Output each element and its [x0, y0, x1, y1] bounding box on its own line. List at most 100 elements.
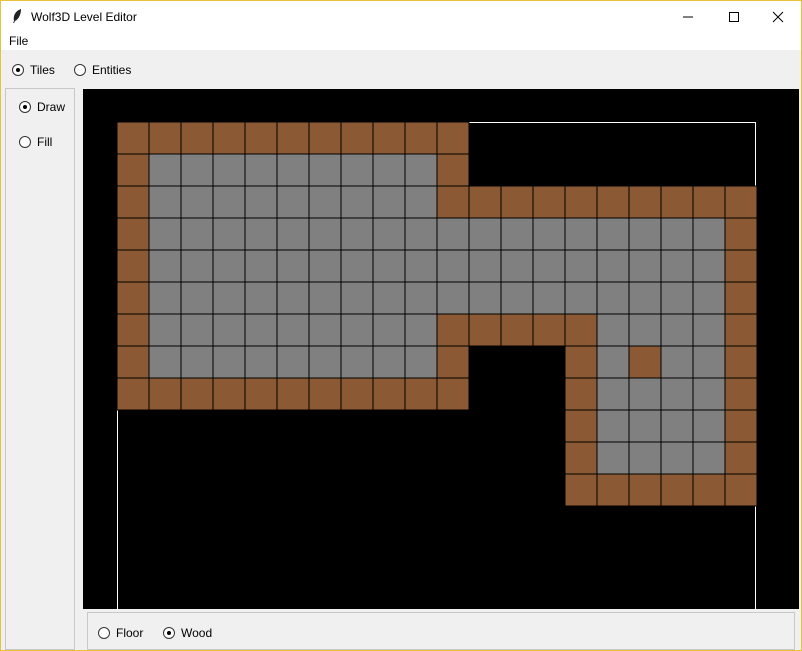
- floor-tile[interactable]: [660, 249, 694, 283]
- floor-tile[interactable]: [404, 217, 438, 251]
- wood-tile[interactable]: [276, 377, 310, 411]
- wood-tile[interactable]: [596, 185, 630, 219]
- wood-tile[interactable]: [436, 345, 470, 379]
- floor-tile[interactable]: [436, 281, 470, 315]
- floor-tile[interactable]: [244, 249, 278, 283]
- floor-tile[interactable]: [372, 249, 406, 283]
- wood-tile[interactable]: [692, 473, 726, 507]
- floor-tile[interactable]: [276, 313, 310, 347]
- floor-tile[interactable]: [148, 313, 182, 347]
- wood-tile[interactable]: [116, 345, 150, 379]
- wood-tile[interactable]: [628, 185, 662, 219]
- wood-tile[interactable]: [724, 185, 758, 219]
- wood-tile[interactable]: [244, 377, 278, 411]
- floor-tile[interactable]: [372, 153, 406, 187]
- wood-tile[interactable]: [724, 441, 758, 475]
- floor-tile[interactable]: [308, 217, 342, 251]
- wood-tile[interactable]: [468, 313, 502, 347]
- wood-tile[interactable]: [116, 281, 150, 315]
- floor-tile[interactable]: [212, 249, 246, 283]
- floor-tile[interactable]: [308, 249, 342, 283]
- wood-tile[interactable]: [116, 249, 150, 283]
- floor-tile[interactable]: [692, 281, 726, 315]
- wood-tile[interactable]: [532, 185, 566, 219]
- floor-tile[interactable]: [628, 377, 662, 411]
- floor-tile[interactable]: [244, 185, 278, 219]
- wood-tile[interactable]: [436, 153, 470, 187]
- wood-tile[interactable]: [500, 185, 534, 219]
- floor-tile[interactable]: [244, 345, 278, 379]
- wood-tile[interactable]: [628, 473, 662, 507]
- wood-tile[interactable]: [212, 377, 246, 411]
- floor-tile[interactable]: [628, 217, 662, 251]
- tool-draw-radio[interactable]: Draw: [19, 100, 65, 114]
- wood-tile[interactable]: [308, 121, 342, 155]
- floor-tile[interactable]: [692, 249, 726, 283]
- material-floor-radio[interactable]: Floor: [98, 626, 143, 640]
- floor-tile[interactable]: [308, 185, 342, 219]
- floor-tile[interactable]: [660, 345, 694, 379]
- floor-tile[interactable]: [628, 313, 662, 347]
- floor-tile[interactable]: [372, 217, 406, 251]
- wood-tile[interactable]: [724, 281, 758, 315]
- floor-tile[interactable]: [660, 441, 694, 475]
- floor-tile[interactable]: [148, 281, 182, 315]
- floor-tile[interactable]: [276, 281, 310, 315]
- floor-tile[interactable]: [212, 185, 246, 219]
- wood-tile[interactable]: [628, 345, 662, 379]
- wood-tile[interactable]: [660, 473, 694, 507]
- floor-tile[interactable]: [148, 345, 182, 379]
- floor-tile[interactable]: [340, 217, 374, 251]
- floor-tile[interactable]: [468, 281, 502, 315]
- radio-indicator[interactable]: [98, 627, 110, 639]
- wood-tile[interactable]: [308, 377, 342, 411]
- floor-tile[interactable]: [500, 281, 534, 315]
- wood-tile[interactable]: [724, 409, 758, 443]
- wood-tile[interactable]: [468, 185, 502, 219]
- floor-tile[interactable]: [180, 281, 214, 315]
- map-grid[interactable]: [83, 89, 799, 609]
- wood-tile[interactable]: [372, 121, 406, 155]
- wood-tile[interactable]: [276, 121, 310, 155]
- floor-tile[interactable]: [660, 377, 694, 411]
- wood-tile[interactable]: [436, 377, 470, 411]
- floor-tile[interactable]: [212, 217, 246, 251]
- floor-tile[interactable]: [660, 313, 694, 347]
- wood-tile[interactable]: [692, 185, 726, 219]
- floor-tile[interactable]: [404, 313, 438, 347]
- wood-tile[interactable]: [564, 345, 598, 379]
- wood-tile[interactable]: [564, 313, 598, 347]
- floor-tile[interactable]: [468, 249, 502, 283]
- wood-tile[interactable]: [340, 377, 374, 411]
- floor-tile[interactable]: [660, 217, 694, 251]
- floor-tile[interactable]: [596, 441, 630, 475]
- floor-tile[interactable]: [596, 377, 630, 411]
- wood-tile[interactable]: [532, 313, 566, 347]
- floor-tile[interactable]: [596, 313, 630, 347]
- floor-tile[interactable]: [404, 281, 438, 315]
- floor-tile[interactable]: [180, 249, 214, 283]
- floor-tile[interactable]: [596, 345, 630, 379]
- floor-tile[interactable]: [276, 249, 310, 283]
- floor-tile[interactable]: [308, 281, 342, 315]
- floor-tile[interactable]: [244, 313, 278, 347]
- floor-tile[interactable]: [340, 313, 374, 347]
- floor-tile[interactable]: [180, 217, 214, 251]
- floor-tile[interactable]: [692, 313, 726, 347]
- wood-tile[interactable]: [436, 121, 470, 155]
- floor-tile[interactable]: [404, 249, 438, 283]
- floor-tile[interactable]: [372, 185, 406, 219]
- floor-tile[interactable]: [628, 249, 662, 283]
- floor-tile[interactable]: [404, 345, 438, 379]
- floor-tile[interactable]: [532, 249, 566, 283]
- material-wood-radio[interactable]: Wood: [163, 626, 212, 640]
- wood-tile[interactable]: [596, 473, 630, 507]
- floor-tile[interactable]: [372, 313, 406, 347]
- wood-tile[interactable]: [116, 121, 150, 155]
- floor-tile[interactable]: [308, 345, 342, 379]
- floor-tile[interactable]: [660, 409, 694, 443]
- floor-tile[interactable]: [180, 185, 214, 219]
- close-button[interactable]: [755, 1, 801, 32]
- floor-tile[interactable]: [340, 281, 374, 315]
- wood-tile[interactable]: [564, 409, 598, 443]
